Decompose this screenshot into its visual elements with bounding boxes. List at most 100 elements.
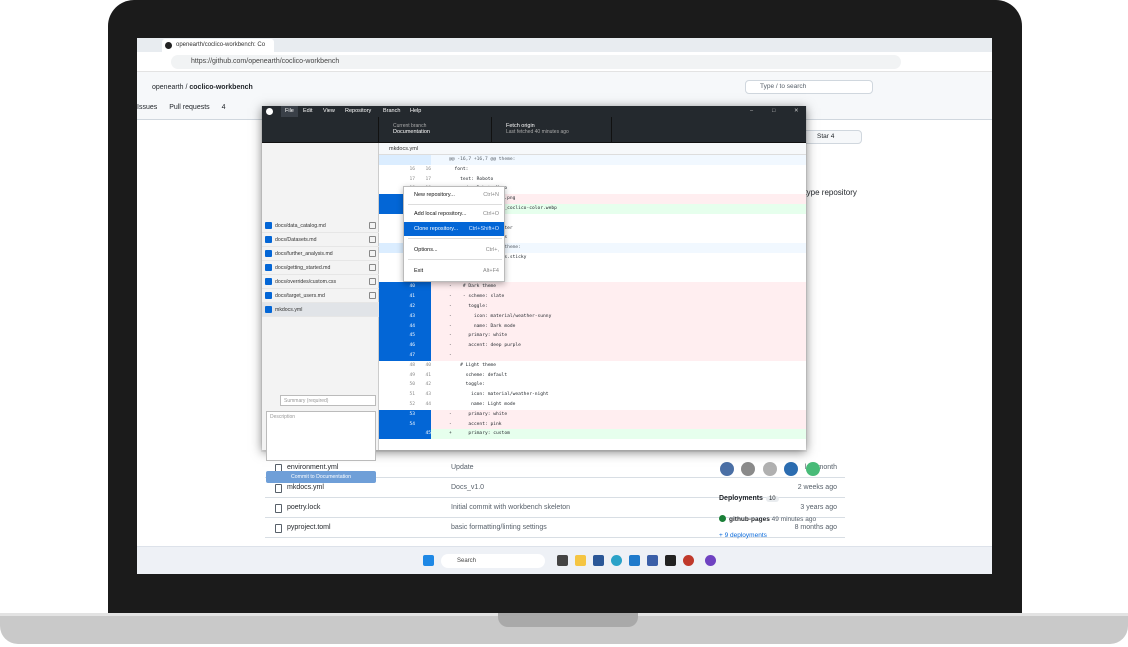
star-label: Star [817, 133, 829, 140]
app-icon[interactable] [683, 555, 694, 566]
description-input[interactable]: Description [266, 411, 376, 461]
summary-input[interactable]: Summary (required) [280, 395, 376, 406]
menu-item-options[interactable]: Options... Ctrl+, [404, 243, 504, 257]
diff-line[interactable]: 44 - name: Dark mode [379, 321, 806, 332]
app-toolbar: Current branch Documentation Fetch origi… [262, 117, 806, 143]
modified-icon [369, 236, 376, 243]
old-line-number: 45 [409, 333, 415, 339]
avatar[interactable] [741, 462, 756, 476]
menu-branch[interactable]: Branch [383, 106, 400, 117]
avatar[interactable] [805, 462, 820, 476]
fetch-button[interactable]: Fetch origin Last fetched 40 minutes ago [492, 117, 612, 143]
diff-line[interactable]: 45 + primary: custom [379, 429, 806, 440]
repo-selector[interactable] [262, 117, 379, 143]
taskbar-search[interactable]: Search [441, 554, 545, 568]
changed-file: mkdocs.yml [275, 307, 303, 313]
diff-code: - primary: white [449, 333, 508, 339]
avatar[interactable] [720, 462, 734, 476]
avatar[interactable] [762, 462, 777, 476]
teams-icon[interactable] [647, 555, 658, 566]
diff-line[interactable]: 51 43 icon: material/weather-night [379, 390, 806, 400]
terminal-icon[interactable] [665, 555, 676, 566]
search-input[interactable]: Type / to search [745, 80, 873, 94]
deployments-label[interactable]: Deployments [719, 495, 763, 502]
branch-selector[interactable]: Current branch Documentation [379, 117, 492, 143]
diff-line[interactable]: 42 - toggle: [379, 301, 806, 312]
menu-item-add-local-repository[interactable]: Add local repository... Ctrl+O [404, 207, 504, 221]
file-checkbox[interactable] [265, 292, 272, 299]
menu-item-new-repository[interactable]: New repository... Ctrl+N [404, 188, 504, 202]
commit-message[interactable]: Initial commit with workbench skeleton [451, 498, 570, 518]
windows-start-icon[interactable] [423, 555, 434, 566]
list-item[interactable]: mkdocs.yml [262, 303, 379, 317]
list-item[interactable]: docs/overrides/custom.css [262, 275, 379, 289]
commit-message[interactable]: basic formatting/linting settings [451, 518, 547, 538]
menu-item-exit[interactable]: Exit Alt+F4 [404, 264, 504, 278]
edge-icon[interactable] [611, 555, 622, 566]
repo-link[interactable]: coclico-workbench [189, 84, 252, 91]
file-name[interactable]: poetry.lock [287, 498, 320, 518]
menu-file[interactable]: File [281, 106, 298, 117]
list-item[interactable]: docs/data_catalog.md [262, 219, 379, 233]
taskview-icon[interactable] [557, 555, 568, 566]
diff-line[interactable]: 47 - [379, 350, 806, 361]
list-item[interactable]: docs/target_users.md [262, 289, 379, 303]
diff-line[interactable]: 16 16 font: [379, 165, 806, 175]
minimize-icon[interactable]: – [750, 106, 753, 117]
diff-code: @@ -16,7 +16,7 @@ theme: [449, 157, 516, 162]
diff-line[interactable]: 50 42 toggle: [379, 380, 806, 390]
file-checkbox[interactable] [265, 236, 272, 243]
diff-code: - # Dark theme [449, 284, 497, 290]
store-icon[interactable] [593, 555, 604, 566]
list-item[interactable]: docs/getting_started.md [262, 261, 379, 275]
vscode-icon[interactable] [629, 555, 640, 566]
gh-pages-link[interactable]: github-pages [729, 516, 770, 523]
github-desktop-icon[interactable] [705, 555, 716, 566]
menu-item-clone-repository[interactable]: Clone repository... Ctrl+Shift+O [404, 222, 504, 236]
browser-tab[interactable]: openearth/coclico-workbench: Co [162, 39, 274, 52]
diff-line[interactable]: 40 - # Dark theme [379, 282, 806, 293]
diff-line[interactable]: 45 - primary: white [379, 331, 806, 342]
diff-gutter[interactable] [379, 155, 431, 165]
owner-link[interactable]: openearth [152, 84, 184, 91]
commit-time: 2 weeks ago [797, 484, 837, 491]
diff-line[interactable]: 49 41 scheme: default [379, 371, 806, 381]
diff-line[interactable]: 43 - icon: material/weather-sunny [379, 311, 806, 322]
diff-line[interactable]: 54 - accent: pink [379, 419, 806, 430]
file-checkbox[interactable] [265, 306, 272, 313]
menu-edit[interactable]: Edit [303, 106, 312, 117]
menu-help[interactable]: Help [410, 106, 421, 117]
diff-line[interactable]: 48 40 # Light theme [379, 361, 806, 371]
avatar[interactable] [784, 462, 799, 476]
file-checkbox[interactable] [265, 264, 272, 271]
url-field[interactable]: https://github.com/openearth/coclico-wor… [171, 55, 901, 69]
menu-repository[interactable]: Repository [345, 106, 371, 117]
diff-code: - name: Dark mode [449, 323, 516, 329]
menu-divider [408, 259, 502, 260]
menu-divider [408, 204, 502, 205]
diff-line[interactable]: 17 17 text: Roboto [379, 175, 806, 185]
diff-line[interactable]: 52 44 name: Light mode [379, 400, 806, 410]
diff-line[interactable]: 41 - - scheme: slate [379, 292, 806, 302]
diff-line[interactable]: 53 - primary: white [379, 409, 806, 420]
commit-message[interactable]: Docs_v1.0 [451, 478, 484, 498]
menu-view[interactable]: View [323, 106, 335, 117]
maximize-icon[interactable]: □ [772, 106, 775, 117]
commit-button[interactable]: Commit to Documentation [266, 471, 376, 483]
diff-line[interactable]: @@ -16,7 +16,7 @@ theme: [379, 155, 806, 165]
file-checkbox[interactable] [265, 222, 272, 229]
file-name[interactable]: pyproject.toml [287, 518, 331, 538]
more-deployments-link[interactable]: + 9 deployments [719, 532, 767, 539]
diff-line[interactable]: 46 - accent: deep purple [379, 341, 806, 351]
list-item[interactable]: docs/Datasets.md [262, 233, 379, 247]
file-checkbox[interactable] [265, 250, 272, 257]
old-line-number: 47 [409, 352, 415, 358]
star-button[interactable]: Star 4 [802, 130, 862, 144]
file-explorer-icon[interactable] [575, 555, 586, 566]
tab-issues[interactable]: Issues [137, 104, 157, 111]
file-checkbox[interactable] [265, 278, 272, 285]
tab-pull-requests[interactable]: Pull requests [169, 104, 209, 111]
commit-message[interactable]: Update [451, 458, 474, 478]
close-icon[interactable]: ✕ [794, 106, 799, 117]
list-item[interactable]: docs/further_analysis.md [262, 247, 379, 261]
